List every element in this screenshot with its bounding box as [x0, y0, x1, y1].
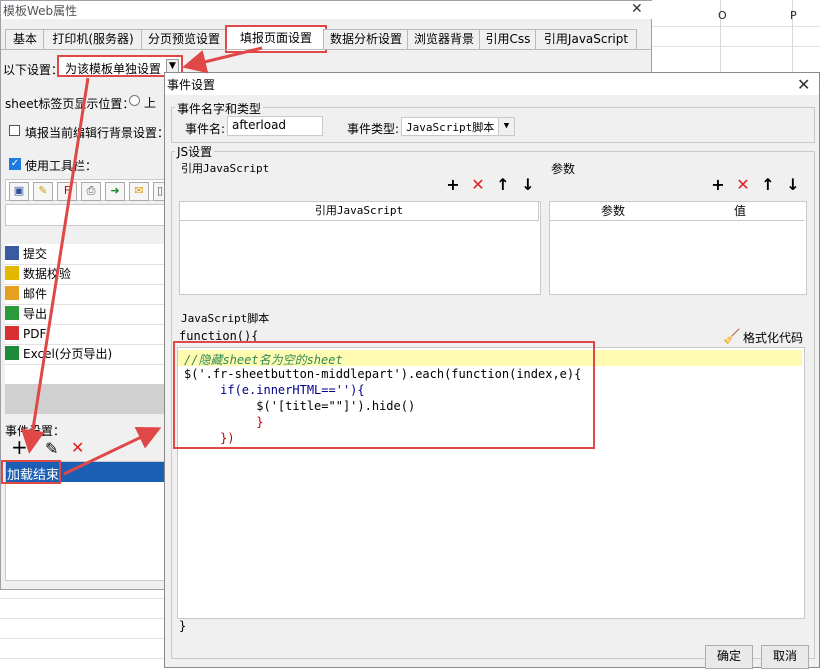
param-column-header[interactable]: 参数: [550, 202, 677, 221]
list-item[interactable]: 导出: [5, 304, 165, 325]
toolbar-blank-row: [5, 204, 165, 226]
radio-top-label: 上: [144, 96, 157, 110]
tab-data-analysis[interactable]: 数据分析设置: [323, 29, 409, 50]
code-highlight-box: [173, 341, 595, 449]
list-gray-area: [5, 384, 165, 414]
tab-printer[interactable]: 打印机(服务器): [43, 29, 143, 50]
edit-icon[interactable]: ✎: [45, 439, 58, 458]
event-item-afterload[interactable]: 加载结束: [1, 460, 61, 484]
broom-icon[interactable]: 🧹: [723, 329, 740, 345]
radio-top[interactable]: [129, 95, 140, 106]
tab-browser-bg[interactable]: 浏览器背景: [407, 29, 481, 50]
toolbar-list: 提交 数据校验 邮件 导出 PDF Excel(分页导出): [5, 244, 165, 384]
event-type-value: JavaScript脚本: [406, 121, 495, 134]
mail-icon: [5, 286, 19, 300]
ref-js-label: 引用JavaScript: [181, 162, 270, 175]
dialog-title: 事件设置: [167, 78, 216, 92]
excel-icon: [5, 346, 19, 360]
event-settings-dialog: 事件设置 ✕ 事件名字和类型 事件名: afterload 事件类型: Java…: [164, 72, 820, 669]
check-icon: [5, 266, 19, 280]
dialog-title-bar: 事件设置 ✕: [165, 73, 819, 95]
list-item[interactable]: Excel(分页导出): [5, 344, 165, 365]
close-icon[interactable]: ✕: [631, 1, 643, 17]
settings-label: 以下设置：: [3, 63, 64, 77]
toolbar-checkbox[interactable]: ✓: [9, 158, 21, 170]
event-name-label: 事件名:: [185, 122, 226, 136]
submit-icon: [5, 246, 19, 260]
export-icon[interactable]: ➜: [105, 182, 125, 201]
chevron-down-icon[interactable]: ▼: [166, 59, 179, 73]
add-icon[interactable]: +: [445, 177, 461, 193]
event-type-label: 事件类型:: [347, 122, 400, 136]
export-icon: [5, 306, 19, 320]
function-close: }: [179, 619, 187, 633]
delete-icon[interactable]: ✕: [470, 177, 486, 193]
event-name-input[interactable]: afterload: [227, 116, 323, 136]
ok-button[interactable]: 确定: [705, 645, 753, 669]
flash-icon[interactable]: F: [57, 182, 77, 201]
tab-ref-javascript[interactable]: 引用JavaScript: [535, 29, 637, 50]
event-type-select[interactable]: JavaScript脚本 ▼: [401, 117, 515, 136]
close-icon[interactable]: ✕: [797, 75, 810, 94]
delete-icon[interactable]: ✕: [71, 438, 84, 457]
move-up-icon[interactable]: ↑: [495, 177, 511, 193]
list-item[interactable]: PDF: [5, 324, 165, 345]
js-settings-group-label: JS设置: [175, 143, 215, 160]
toolbar-icons-strip: ▣ ✎ F ⎙ ➜ ✉ ▯: [5, 179, 167, 201]
title-bar: 模板Web属性 ✕: [1, 1, 653, 19]
name-type-group-label: 事件名字和类型: [175, 100, 264, 117]
column-header-o[interactable]: O: [718, 9, 727, 22]
move-down-icon[interactable]: ↓: [520, 177, 536, 193]
window-title: 模板Web属性: [3, 4, 78, 18]
add-icon[interactable]: +: [710, 177, 726, 193]
cancel-button[interactable]: 取消: [761, 645, 809, 669]
bg-setting-checkbox[interactable]: [9, 125, 20, 136]
list-item[interactable]: 提交: [5, 244, 165, 265]
mail-icon[interactable]: ✉: [129, 182, 149, 201]
add-icon[interactable]: +: [11, 437, 28, 457]
settings-dropdown-value: 为该模板单独设置: [65, 62, 162, 76]
bg-setting-label: 填报当前编辑行背景设置：: [25, 126, 170, 140]
params-table: 参数 值: [549, 201, 807, 295]
list-item[interactable]: 数据校验: [5, 264, 165, 285]
toolbar-label: 使用工具栏：: [25, 159, 98, 173]
validate-icon[interactable]: ✎: [33, 182, 53, 201]
value-column-header[interactable]: 值: [676, 202, 804, 221]
format-code-button[interactable]: 格式化代码: [743, 329, 803, 346]
params-label: 参数: [551, 162, 576, 176]
print-icon[interactable]: ⎙: [81, 182, 101, 201]
move-up-icon[interactable]: ↑: [760, 177, 776, 193]
chevron-down-icon[interactable]: ▼: [498, 118, 514, 135]
sheet-tab-position-label: sheet标签页显示位置：: [5, 97, 135, 111]
column-header-p[interactable]: P: [790, 9, 797, 22]
tab-basic[interactable]: 基本: [5, 29, 45, 50]
tab-ref-css[interactable]: 引用Css: [479, 29, 537, 50]
move-down-icon[interactable]: ↓: [785, 177, 801, 193]
ref-js-table: 引用JavaScript: [179, 201, 541, 295]
delete-icon[interactable]: ✕: [735, 177, 751, 193]
list-item[interactable]: 邮件: [5, 284, 165, 305]
tab-page-preview[interactable]: 分页预览设置: [141, 29, 227, 50]
script-label: JavaScript脚本: [181, 312, 270, 325]
pdf-icon: [5, 326, 19, 340]
save-icon[interactable]: ▣: [9, 182, 29, 201]
ref-js-column-header[interactable]: 引用JavaScript: [180, 202, 539, 221]
